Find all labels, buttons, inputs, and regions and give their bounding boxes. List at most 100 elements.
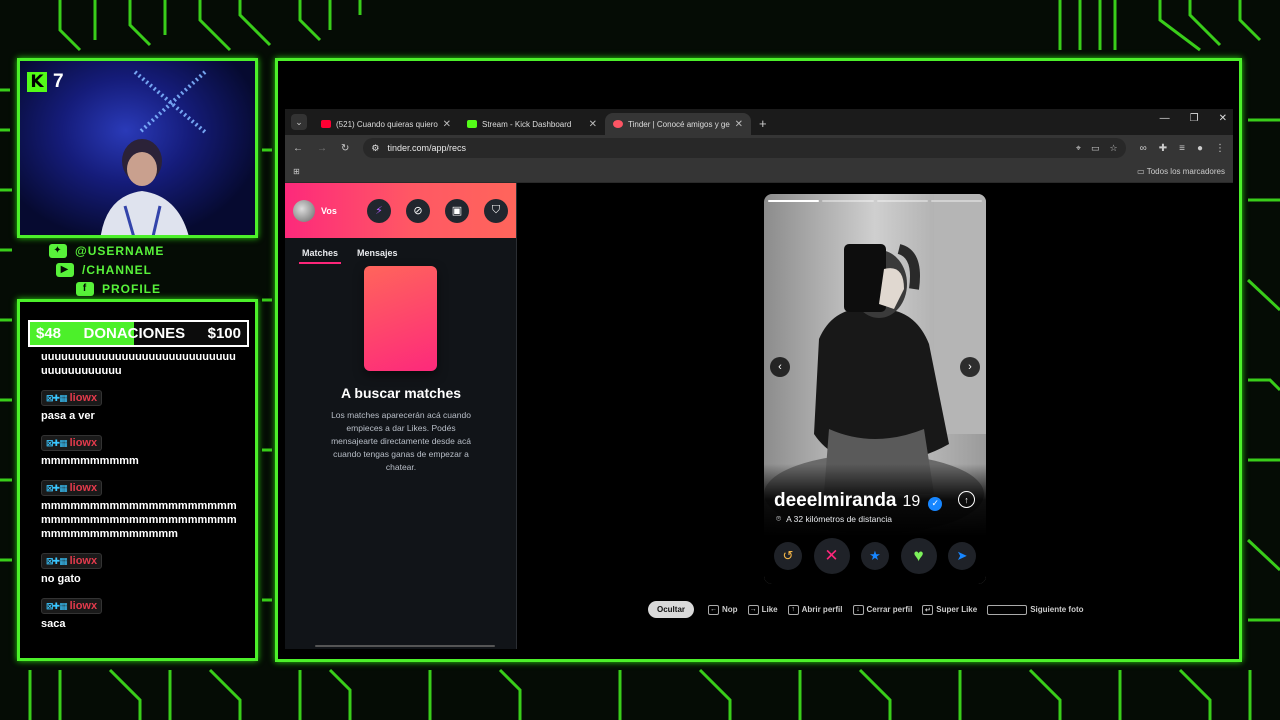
- verified-badge-icon: ✓: [928, 496, 943, 511]
- extension-icon[interactable]: ∞: [1140, 143, 1147, 154]
- enter-key-icon: ↵: [922, 604, 934, 615]
- kick-logo-icon: K: [27, 72, 47, 92]
- back-icon[interactable]: ←: [293, 143, 303, 154]
- bookmark-star-icon[interactable]: ☆: [1110, 143, 1118, 154]
- avatar[interactable]: [293, 199, 315, 222]
- chat-badges-icon: ⊠✚▦: [46, 393, 68, 403]
- apps-grid-icon[interactable]: ⊞: [293, 167, 300, 176]
- location-pin-icon: ⌾: [776, 513, 782, 523]
- screen-capture: ⌄ (521) Cuando quieras quiero - ✕ Stream…: [275, 58, 1242, 662]
- new-tab-button[interactable]: +: [759, 116, 767, 131]
- tab-title: Tinder | Conocé amigos y gent: [628, 119, 730, 129]
- chat-text: saca: [41, 618, 66, 630]
- hide-hints-button[interactable]: Ocultar: [648, 601, 695, 618]
- rewind-button[interactable]: ↺: [774, 542, 802, 570]
- minimize-icon[interactable]: —: [1160, 113, 1170, 124]
- chat-username: ⊠✚▦ liowx: [41, 435, 103, 451]
- forward-icon[interactable]: →: [317, 143, 327, 154]
- tab-youtube[interactable]: (521) Cuando quieras quiero - ✕: [313, 113, 459, 135]
- chat-badges-icon: ⊠✚▦: [46, 601, 68, 611]
- chat-username: ⊠✚▦ liowx: [41, 553, 103, 569]
- profile-distance: ⌾ A 32 kilómetros de distancia: [776, 513, 892, 524]
- profile-name: deeelmiranda: [774, 490, 897, 511]
- empty-description: Los matches aparecerán acá cuando empiec…: [331, 410, 471, 472]
- next-photo-button[interactable]: ›: [960, 357, 980, 377]
- nope-button[interactable]: ✕: [813, 538, 850, 574]
- scrollbar[interactable]: [315, 645, 495, 647]
- kick-viewer-badge: K 7: [27, 71, 64, 93]
- social-facebook: f PROFILE: [46, 279, 164, 298]
- superlike-button[interactable]: ★: [861, 542, 889, 570]
- tab-messages[interactable]: Mensajes: [357, 248, 398, 264]
- profile-card[interactable]: ‹ › deeelmiranda 19 ✓ ↑ ⌾ A 32 kilómetro…: [764, 194, 986, 584]
- tinder-tabs: Matches Mensajes: [285, 238, 516, 264]
- action-buttons: ↺ ✕ ★ ♥ ➤: [774, 538, 976, 574]
- chat-message: ⊠✚▦ liowx no gato: [41, 547, 241, 586]
- youtube-favicon-icon: [321, 120, 331, 128]
- puzzle-icon[interactable]: ✚: [1159, 143, 1167, 154]
- hint-superlike: ↵ Super Like: [922, 604, 978, 615]
- like-button[interactable]: ♥: [900, 538, 937, 574]
- chat-text: mmmmmmmmmmmmmmmmmmmmmmmmmmmmmmmmmmmmmmmm…: [41, 500, 237, 540]
- close-window-icon[interactable]: ✕: [1219, 113, 1227, 124]
- hint-label: Super Like: [936, 605, 978, 614]
- tab-title: (521) Cuando quieras quiero -: [336, 119, 438, 129]
- viewer-count: 7: [53, 71, 64, 92]
- menu-icon[interactable]: ⋮: [1215, 143, 1225, 154]
- hint-label: Cerrar perfil: [866, 605, 913, 614]
- explore-button[interactable]: ⊘: [406, 198, 430, 223]
- chat-user-name: liowx: [69, 600, 98, 612]
- work-mode-button[interactable]: ▣: [445, 198, 469, 223]
- right-key-icon: →: [747, 604, 759, 615]
- photo-progress-segment: [768, 200, 820, 202]
- browser-window: ⌄ (521) Cuando quieras quiero - ✕ Stream…: [285, 109, 1233, 649]
- user-label[interactable]: Vos: [321, 206, 352, 216]
- safety-button[interactable]: ⛉: [484, 198, 508, 223]
- reload-icon[interactable]: ↻: [341, 143, 349, 154]
- close-tab-icon[interactable]: ✕: [589, 119, 597, 130]
- close-tab-icon[interactable]: ✕: [735, 119, 743, 130]
- site-info-icon[interactable]: ⚙: [371, 143, 379, 154]
- tab-tinder[interactable]: Tinder | Conocé amigos y gent ✕: [605, 113, 751, 135]
- omnibox[interactable]: ⚙ tinder.com/app/recs ⌖ ▭ ☆: [363, 138, 1126, 158]
- tab-search-button[interactable]: ⌄: [291, 114, 307, 130]
- social-youtube: ▶ /CHANNEL: [46, 260, 164, 279]
- close-tab-icon[interactable]: ✕: [443, 119, 451, 130]
- facebook-icon: f: [76, 281, 94, 296]
- window-controls: — ❐ ✕: [1160, 113, 1227, 124]
- restore-icon[interactable]: ❐: [1190, 113, 1199, 124]
- tab-title: Stream - Kick Dashboard: [482, 119, 572, 129]
- chat-message: ⊠✚▦ liowx mmmmmmmmmm: [41, 429, 241, 468]
- hint-label: Siguiente foto: [1030, 605, 1084, 614]
- location-icon[interactable]: ⌖: [1076, 143, 1081, 154]
- tab-kick-dashboard[interactable]: Stream - Kick Dashboard ✕: [459, 113, 605, 135]
- chat-user-name: liowx: [69, 437, 98, 449]
- social-label: /CHANNEL: [82, 262, 152, 277]
- open-profile-icon[interactable]: ↑: [958, 491, 975, 508]
- social-twitter: ✦ @USERNAME: [46, 241, 164, 260]
- donation-goal: $100: [207, 325, 241, 342]
- distance-text: A 32 kilómetros de distancia: [786, 513, 892, 524]
- donation-goal-bar: $48 DONACIONES $100: [28, 320, 249, 347]
- tinder-favicon-icon: [613, 120, 623, 128]
- url-text[interactable]: tinder.com/app/recs: [387, 143, 1067, 153]
- streamer-image: [100, 139, 189, 235]
- all-bookmarks[interactable]: ▭ Todos los marcadores: [1137, 167, 1225, 176]
- boost-send-button[interactable]: ➤: [948, 542, 976, 570]
- chat-messages: uuuuuuuuuuuuuuuuuuuuuuuuuuuuuuuuuuuuuuuu…: [41, 350, 241, 637]
- prev-photo-button[interactable]: ‹: [770, 357, 790, 377]
- cast-icon[interactable]: ▭: [1091, 143, 1100, 154]
- empty-matches-illustration: [364, 266, 437, 371]
- photo-progress-segment: [822, 200, 874, 202]
- led-x-decoration: [133, 70, 207, 134]
- chat-badges-icon: ⊠✚▦: [46, 483, 68, 493]
- boost-button[interactable]: ⚡: [367, 198, 391, 223]
- profile-info: deeelmiranda 19 ✓ ↑ ⌾ A 32 kilómetros de…: [764, 464, 986, 584]
- profile-avatar-icon[interactable]: ●: [1197, 143, 1203, 154]
- chat-message: ⊠✚▦ liowx saca: [41, 592, 241, 631]
- photo-progress-segment: [876, 200, 928, 202]
- reading-list-icon[interactable]: ≡: [1179, 143, 1185, 154]
- chat-message: uuuuuuuuuuuuuuuuuuuuuuuuuuuuuuuuuuuuuuuu…: [41, 350, 241, 378]
- social-label: @USERNAME: [75, 243, 165, 258]
- tab-matches[interactable]: Matches: [299, 248, 342, 264]
